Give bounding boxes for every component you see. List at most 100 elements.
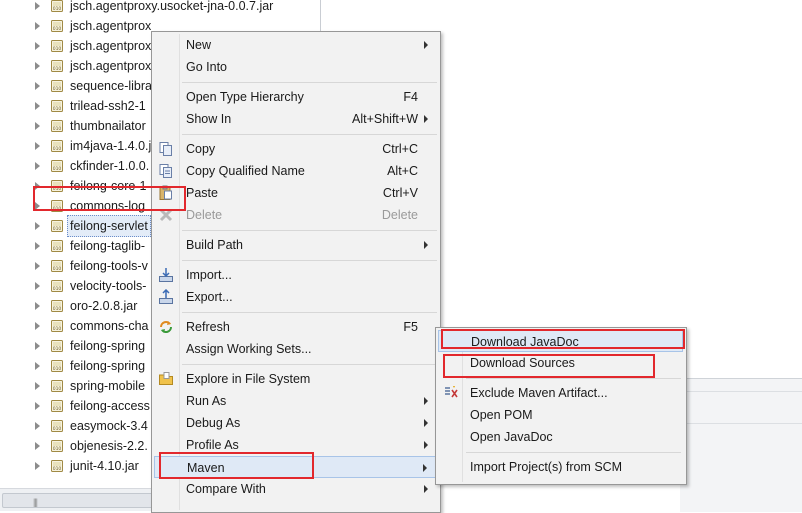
svg-text:010: 010 bbox=[53, 246, 62, 252]
expand-arrow-icon[interactable] bbox=[35, 282, 40, 290]
expand-arrow-icon[interactable] bbox=[35, 242, 40, 250]
expand-arrow-icon[interactable] bbox=[35, 162, 40, 170]
menu-item-shortcut: Ctrl+V bbox=[382, 186, 418, 200]
tree-item-label: feilong-core-1 bbox=[70, 179, 147, 193]
submenu-item-download-javadoc[interactable]: Download JavaDoc bbox=[438, 330, 683, 352]
menu-item-label: Refresh bbox=[186, 320, 230, 334]
jar-icon: 010 bbox=[50, 99, 64, 113]
svg-text:010: 010 bbox=[53, 366, 62, 372]
tree-item-label: easymock-3.4 bbox=[70, 419, 148, 433]
submenu-arrow-icon bbox=[423, 464, 427, 472]
menu-item-new[interactable]: New bbox=[154, 34, 437, 56]
submenu-arrow-icon bbox=[424, 419, 428, 427]
menu-item-label: Compare With bbox=[186, 482, 266, 496]
jar-icon: 010 bbox=[50, 79, 64, 93]
menu-item-shortcut: Delete bbox=[381, 208, 418, 222]
expand-arrow-icon[interactable] bbox=[35, 362, 40, 370]
submenu-item-open-javadoc[interactable]: Open JavaDoc bbox=[438, 426, 683, 448]
expand-arrow-icon[interactable] bbox=[35, 302, 40, 310]
tree-item-label: feilong-spring bbox=[70, 339, 146, 353]
menu-item-maven[interactable]: Maven bbox=[154, 456, 437, 478]
jar-icon: 010 bbox=[50, 299, 64, 313]
menu-item-copy-qualified-name[interactable]: Copy Qualified Name Alt+C bbox=[154, 160, 437, 182]
expand-arrow-icon[interactable] bbox=[35, 22, 40, 30]
menu-item-label: Debug As bbox=[186, 416, 241, 430]
expand-arrow-icon[interactable] bbox=[35, 142, 40, 150]
expand-arrow-icon[interactable] bbox=[35, 62, 40, 70]
svg-text:010: 010 bbox=[53, 466, 62, 472]
exclude-artifact-icon bbox=[443, 385, 459, 401]
scrollbar-thumb[interactable]: ||| bbox=[2, 493, 154, 508]
tree-item-label: oro-2.0.8.jar bbox=[70, 299, 138, 313]
tree-item-label: jsch.agentprox bbox=[70, 59, 152, 73]
submenu-item-open-pom[interactable]: Open POM bbox=[438, 404, 683, 426]
menu-item-explore-in-file-system[interactable]: Explore in File System bbox=[154, 368, 437, 390]
submenu-item-exclude-maven-artifact[interactable]: Exclude Maven Artifact... bbox=[438, 382, 683, 404]
submenu-arrow-icon bbox=[424, 485, 428, 493]
menu-item-refresh[interactable]: Refresh F5 bbox=[154, 316, 437, 338]
submenu-item-import-projects-from-scm[interactable]: Import Project(s) from SCM bbox=[438, 456, 683, 478]
tree-item[interactable]: 010 jsch.agentproxy.usocket-jna-0.0.7.jar bbox=[0, 0, 320, 16]
tree-item-label: feilong-servlet bbox=[67, 215, 151, 237]
menu-item-delete: Delete Delete bbox=[154, 204, 437, 226]
menu-item-label: Delete bbox=[186, 208, 223, 222]
menu-item-shortcut: F5 bbox=[403, 320, 418, 334]
svg-text:010: 010 bbox=[53, 226, 62, 232]
tree-item-label: feilong-access bbox=[70, 399, 150, 413]
submenu-item-label: Download JavaDoc bbox=[471, 335, 579, 349]
svg-text:010: 010 bbox=[53, 26, 62, 32]
submenu-item-download-sources[interactable]: Download Sources bbox=[438, 352, 683, 374]
expand-arrow-icon[interactable] bbox=[35, 262, 40, 270]
menu-item-go-into[interactable]: Go Into bbox=[154, 56, 437, 78]
menu-item-open-type-hierarchy[interactable]: Open Type Hierarchy F4 bbox=[154, 86, 437, 108]
svg-text:010: 010 bbox=[53, 406, 62, 412]
expand-arrow-icon[interactable] bbox=[35, 322, 40, 330]
svg-text:010: 010 bbox=[53, 6, 62, 12]
menu-item-label: Explore in File System bbox=[186, 372, 311, 386]
submenu-arrow-icon bbox=[424, 441, 428, 449]
menu-item-export[interactable]: Export... bbox=[154, 286, 437, 308]
menu-item-profile-as[interactable]: Profile As bbox=[154, 434, 437, 456]
submenu-item-label: Open JavaDoc bbox=[470, 430, 553, 444]
expand-arrow-icon[interactable] bbox=[35, 122, 40, 130]
expand-arrow-icon[interactable] bbox=[35, 422, 40, 430]
menu-item-assign-working-sets[interactable]: Assign Working Sets... bbox=[154, 338, 437, 360]
jar-icon: 010 bbox=[50, 439, 64, 453]
menu-separator bbox=[182, 312, 437, 313]
expand-arrow-icon[interactable] bbox=[35, 2, 40, 10]
expand-arrow-icon[interactable] bbox=[35, 342, 40, 350]
svg-text:010: 010 bbox=[53, 186, 62, 192]
expand-arrow-icon[interactable] bbox=[35, 222, 40, 230]
svg-text:010: 010 bbox=[53, 446, 62, 452]
menu-item-compare-with[interactable]: Compare With bbox=[154, 478, 437, 500]
svg-text:010: 010 bbox=[53, 146, 62, 152]
expand-arrow-icon[interactable] bbox=[35, 102, 40, 110]
expand-arrow-icon[interactable] bbox=[35, 202, 40, 210]
menu-item-run-as[interactable]: Run As bbox=[154, 390, 437, 412]
menu-item-copy[interactable]: Copy Ctrl+C bbox=[154, 138, 437, 160]
menu-item-debug-as[interactable]: Debug As bbox=[154, 412, 437, 434]
expand-arrow-icon[interactable] bbox=[35, 82, 40, 90]
menu-item-show-in[interactable]: Show In Alt+Shift+W bbox=[154, 108, 437, 130]
menu-item-shortcut: Ctrl+C bbox=[382, 142, 418, 156]
menu-item-label: Open Type Hierarchy bbox=[186, 90, 304, 104]
expand-arrow-icon[interactable] bbox=[35, 402, 40, 410]
tree-item-label: ckfinder-1.0.0. bbox=[70, 159, 150, 173]
tree-item-label: sequence-libra bbox=[70, 79, 152, 93]
expand-arrow-icon[interactable] bbox=[35, 382, 40, 390]
jar-icon: 010 bbox=[50, 19, 64, 33]
menu-item-label: Copy bbox=[186, 142, 216, 156]
jar-icon: 010 bbox=[50, 219, 64, 233]
menu-item-paste[interactable]: Paste Ctrl+V bbox=[154, 182, 437, 204]
expand-arrow-icon[interactable] bbox=[35, 182, 40, 190]
scrollbar-grip: ||| bbox=[33, 497, 38, 507]
jar-icon: 010 bbox=[50, 359, 64, 373]
jar-icon: 010 bbox=[50, 279, 64, 293]
expand-arrow-icon[interactable] bbox=[35, 442, 40, 450]
menu-item-import[interactable]: Import... bbox=[154, 264, 437, 286]
expand-arrow-icon[interactable] bbox=[35, 42, 40, 50]
menu-separator bbox=[182, 134, 437, 135]
expand-arrow-icon[interactable] bbox=[35, 462, 40, 470]
jar-icon: 010 bbox=[50, 399, 64, 413]
menu-item-build-path[interactable]: Build Path bbox=[154, 234, 437, 256]
